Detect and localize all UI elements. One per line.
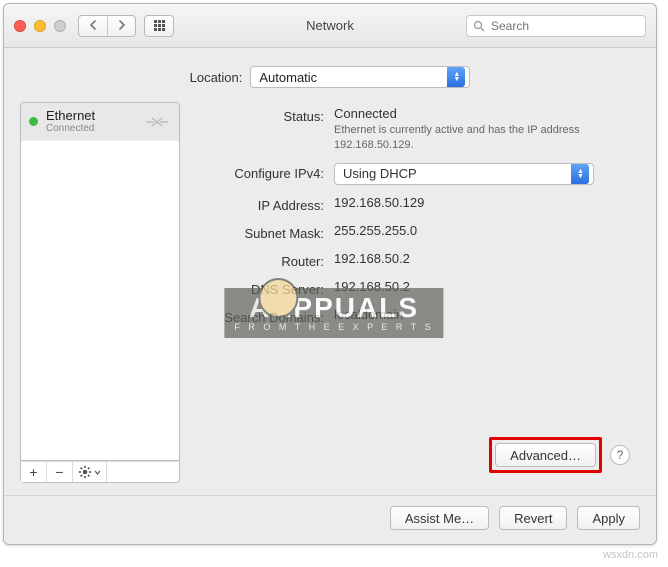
configure-ipv4-value: Using DHCP — [343, 166, 571, 181]
router-label: Router: — [194, 251, 334, 269]
configure-ipv4-popup[interactable]: Using DHCP ▲▼ — [334, 163, 594, 185]
zoom-window-button[interactable] — [54, 20, 66, 32]
show-all-button[interactable] — [144, 15, 174, 37]
advanced-row: Advanced… ? — [194, 431, 634, 483]
back-button[interactable] — [79, 16, 107, 36]
subnet-mask-row: Subnet Mask: 255.255.255.0 — [194, 223, 634, 241]
search-icon — [473, 20, 485, 32]
location-value: Automatic — [259, 70, 447, 85]
close-window-button[interactable] — [14, 20, 26, 32]
router-value: 192.168.50.2 — [334, 251, 634, 266]
search-domains-label: Search Domains: — [194, 307, 334, 325]
popup-arrows-icon: ▲▼ — [447, 67, 465, 87]
window-body: Location: Automatic ▲▼ Ethernet Connecte… — [4, 48, 656, 495]
configure-ipv4-label: Configure IPv4: — [194, 163, 334, 181]
columns: Ethernet Connected + − — [20, 102, 640, 483]
chevron-left-icon — [89, 20, 97, 30]
gear-icon — [78, 465, 92, 479]
status-row: Status: Connected Ethernet is currently … — [194, 106, 634, 153]
dns-server-value: 192.168.50.2 — [334, 279, 634, 294]
services-sidebar: Ethernet Connected + − — [20, 102, 180, 483]
status-description: Ethernet is currently active and has the… — [334, 123, 594, 153]
network-preferences-window: Network Location: Automatic ▲▼ — [3, 3, 657, 545]
status-value: Connected — [334, 106, 634, 121]
window-controls — [14, 20, 66, 32]
advanced-button[interactable]: Advanced… — [495, 443, 596, 467]
ip-address-row: IP Address: 192.168.50.129 — [194, 195, 634, 213]
location-label: Location: — [190, 70, 243, 85]
apply-button[interactable]: Apply — [577, 506, 640, 530]
service-list[interactable]: Ethernet Connected — [20, 102, 180, 461]
ip-address-value: 192.168.50.129 — [334, 195, 634, 210]
subnet-mask-label: Subnet Mask: — [194, 223, 334, 241]
chevron-right-icon — [118, 20, 126, 30]
chevron-down-icon — [94, 470, 101, 475]
popup-arrows-icon: ▲▼ — [571, 164, 589, 184]
status-dot-icon — [29, 117, 38, 126]
dns-server-label: DNS Server: — [194, 279, 334, 297]
advanced-highlight: Advanced… — [489, 437, 602, 473]
subnet-mask-value: 255.255.255.0 — [334, 223, 634, 238]
location-row: Location: Automatic ▲▼ — [20, 66, 640, 88]
titlebar: Network — [4, 4, 656, 48]
ethernet-icon — [143, 112, 171, 132]
router-row: Router: 192.168.50.2 — [194, 251, 634, 269]
remove-service-button[interactable]: − — [47, 462, 73, 482]
details-panel: Status: Connected Ethernet is currently … — [194, 102, 640, 483]
minimize-window-button[interactable] — [34, 20, 46, 32]
help-button[interactable]: ? — [610, 445, 630, 465]
corner-watermark: wsxdn.com — [603, 549, 658, 561]
dns-server-row: DNS Server: 192.168.50.2 — [194, 279, 634, 297]
search-domains-value: localdomain — [334, 307, 634, 322]
forward-button[interactable] — [107, 16, 135, 36]
assist-me-button[interactable]: Assist Me… — [390, 506, 489, 530]
status-value-block: Connected Ethernet is currently active a… — [334, 106, 634, 153]
service-item-ethernet[interactable]: Ethernet Connected — [21, 103, 179, 141]
search-field[interactable] — [466, 15, 646, 37]
add-service-button[interactable]: + — [21, 462, 47, 482]
grid-icon — [154, 20, 165, 31]
bottom-button-bar: Assist Me… Revert Apply — [4, 495, 656, 544]
search-input[interactable] — [489, 18, 639, 34]
service-actions-button[interactable] — [73, 462, 107, 482]
window-title: Network — [306, 18, 354, 33]
configure-ipv4-row: Configure IPv4: Using DHCP ▲▼ — [194, 163, 634, 185]
nav-back-forward — [78, 15, 136, 37]
ip-address-label: IP Address: — [194, 195, 334, 213]
status-label: Status: — [194, 106, 334, 124]
help-icon: ? — [617, 448, 624, 462]
service-text: Ethernet Connected — [46, 109, 135, 134]
revert-button[interactable]: Revert — [499, 506, 567, 530]
service-status: Connected — [46, 123, 135, 134]
sidebar-footer: + − — [20, 461, 180, 483]
location-popup[interactable]: Automatic ▲▼ — [250, 66, 470, 88]
search-domains-row: Search Domains: localdomain — [194, 307, 634, 325]
service-name: Ethernet — [46, 109, 135, 123]
